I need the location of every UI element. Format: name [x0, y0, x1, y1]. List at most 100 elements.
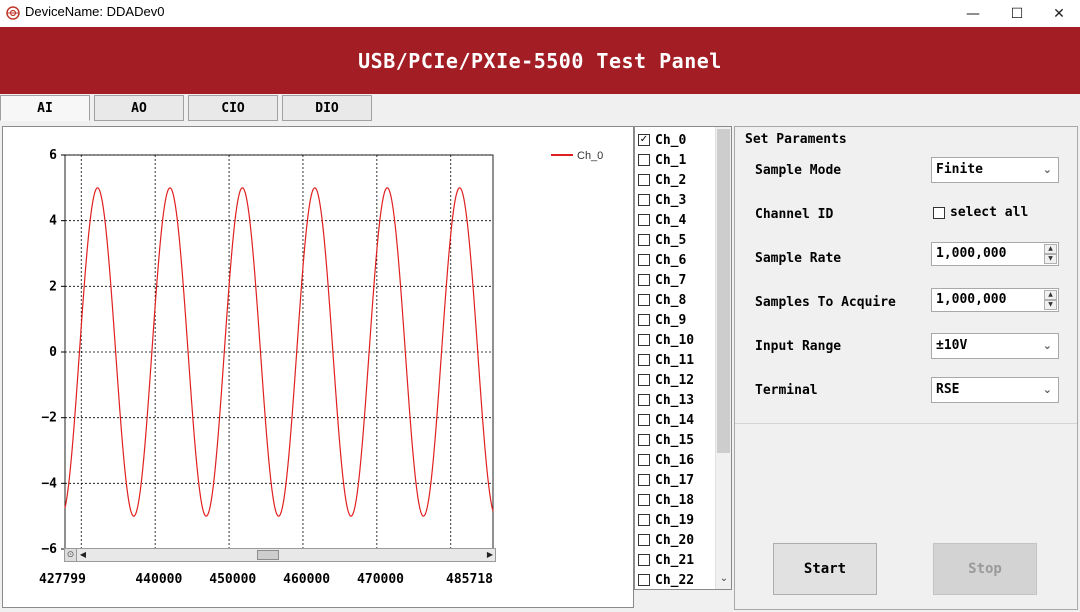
- channel-item-ch-18[interactable]: Ch_18: [638, 490, 694, 510]
- channel-item-ch-2[interactable]: Ch_2: [638, 170, 686, 190]
- channel-label: Ch_9: [655, 312, 687, 328]
- channel-item-ch-21[interactable]: Ch_21: [638, 550, 694, 570]
- channel-item-ch-17[interactable]: Ch_17: [638, 470, 694, 490]
- channel-item-ch-5[interactable]: Ch_5: [638, 230, 686, 250]
- checkbox-icon: [638, 494, 650, 506]
- start-button[interactable]: Start: [773, 543, 877, 595]
- channel-label: Ch_2: [655, 172, 687, 188]
- channel-label: Ch_13: [655, 392, 695, 408]
- channel-label: Ch_0: [655, 132, 687, 148]
- channel-label: Ch_20: [655, 532, 695, 548]
- x-tick-label: 485718: [446, 572, 493, 587]
- spin-down-icon[interactable]: ▼: [1044, 254, 1057, 264]
- channel-item-ch-15[interactable]: Ch_15: [638, 430, 694, 450]
- spin-up-icon[interactable]: ▲: [1044, 290, 1057, 300]
- stop-button[interactable]: Stop: [933, 543, 1037, 595]
- channel-list-scrollbar[interactable]: ⌄: [715, 127, 731, 589]
- channel-item-ch-20[interactable]: Ch_20: [638, 530, 694, 550]
- tab-dio[interactable]: DIO: [282, 95, 372, 121]
- y-tick-label: −6: [41, 542, 57, 557]
- channel-label: Ch_12: [655, 372, 695, 388]
- checkbox-icon: [638, 234, 650, 246]
- channel-label: Ch_21: [655, 552, 695, 568]
- x-tick-label: 460000: [283, 572, 330, 587]
- channel-label: Ch_8: [655, 292, 687, 308]
- scroll-left-icon[interactable]: ◀: [78, 549, 88, 561]
- window-title: DeviceName: DDADev0: [25, 4, 165, 19]
- channel-scrollbar-thumb[interactable]: [717, 129, 730, 453]
- scrollbar-thumb[interactable]: [257, 550, 279, 560]
- terminal-value: RSE: [936, 382, 960, 397]
- sample-mode-label: Sample Mode: [755, 163, 842, 178]
- checkbox-icon: [638, 354, 650, 366]
- tab-bar: AI AO CIO DIO: [0, 94, 1080, 122]
- checkbox-icon: [638, 314, 650, 326]
- scroll-down-icon[interactable]: ⌄: [716, 573, 731, 587]
- channel-item-ch-22[interactable]: Ch_22: [638, 570, 694, 589]
- channel-item-ch-12[interactable]: Ch_12: [638, 370, 694, 390]
- sample-mode-select[interactable]: Finite ⌄: [931, 157, 1059, 183]
- channel-label: Ch_14: [655, 412, 695, 428]
- channel-item-ch-8[interactable]: Ch_8: [638, 290, 686, 310]
- zoom-reset-icon[interactable]: ⊙: [65, 549, 77, 561]
- scroll-right-icon[interactable]: ▶: [485, 549, 495, 561]
- channel-item-ch-19[interactable]: Ch_19: [638, 510, 694, 530]
- channel-label: Ch_4: [655, 212, 687, 228]
- y-tick-label: 4: [49, 214, 57, 229]
- spin-down-icon[interactable]: ▼: [1044, 300, 1057, 310]
- input-range-select[interactable]: ±10V ⌄: [931, 333, 1059, 359]
- checkbox-icon: [638, 214, 650, 226]
- channel-item-ch-13[interactable]: Ch_13: [638, 390, 694, 410]
- input-range-value: ±10V: [936, 338, 968, 353]
- sample-rate-spinbox[interactable]: 1,000,000 ▲ ▼: [931, 242, 1059, 266]
- minimize-button[interactable]: —: [950, 0, 996, 27]
- waveform-chart[interactable]: 6 4 2 0 −2 −4 −6 427799 440000 450000 460000 470000…: [2, 126, 634, 608]
- checkbox-icon: [638, 554, 650, 566]
- chevron-down-icon: ⌄: [1042, 383, 1052, 396]
- channel-item-ch-9[interactable]: Ch_9: [638, 310, 686, 330]
- sample-rate-value: 1,000,000: [936, 246, 1007, 261]
- x-tick-label: 427799: [39, 572, 86, 587]
- chevron-down-icon: ⌄: [1042, 339, 1052, 352]
- tab-ao[interactable]: AO: [94, 95, 184, 121]
- y-tick-label: 6: [49, 148, 57, 163]
- channel-label: Ch_5: [655, 232, 687, 248]
- channel-item-ch-3[interactable]: Ch_3: [638, 190, 686, 210]
- panel-title: USB/PCIe/PXIe-5500 Test Panel: [358, 49, 722, 73]
- channel-item-ch-14[interactable]: Ch_14: [638, 410, 694, 430]
- tab-ai[interactable]: AI: [0, 95, 90, 121]
- checkbox-icon: [638, 154, 650, 166]
- samples-to-acquire-value: 1,000,000: [936, 292, 1007, 307]
- select-all-checkbox[interactable]: select all: [933, 205, 1028, 220]
- checkbox-icon: [638, 194, 650, 206]
- x-tick-label: 470000: [357, 572, 404, 587]
- close-button[interactable]: ✕: [1036, 0, 1080, 27]
- channel-item-ch-4[interactable]: Ch_4: [638, 210, 686, 230]
- channel-label: Ch_10: [655, 332, 695, 348]
- channel-list[interactable]: ✓ Ch_0 Ch_1 Ch_2 Ch_3 Ch_4 Ch_5 Ch_6 Ch_7 Ch_8 Ch_…: [634, 126, 732, 590]
- legend-label: Ch_0: [577, 150, 603, 162]
- channel-item-ch-11[interactable]: Ch_11: [638, 350, 694, 370]
- channel-item-ch-16[interactable]: Ch_16: [638, 450, 694, 470]
- terminal-select[interactable]: RSE ⌄: [931, 377, 1059, 403]
- checkbox-icon: [638, 414, 650, 426]
- samples-to-acquire-spinbox[interactable]: 1,000,000 ▲ ▼: [931, 288, 1059, 312]
- channel-label: Ch_15: [655, 432, 695, 448]
- checkbox-icon: [638, 534, 650, 546]
- channel-item-ch-0[interactable]: ✓ Ch_0: [638, 130, 686, 150]
- channel-item-ch-1[interactable]: Ch_1: [638, 150, 686, 170]
- checkbox-icon: [638, 334, 650, 346]
- channel-item-ch-10[interactable]: Ch_10: [638, 330, 694, 350]
- tab-cio[interactable]: CIO: [188, 95, 278, 121]
- spin-up-icon[interactable]: ▲: [1044, 244, 1057, 254]
- channel-item-ch-6[interactable]: Ch_6: [638, 250, 686, 270]
- settings-group-title: Set Paraments: [745, 132, 847, 147]
- channel-item-ch-7[interactable]: Ch_7: [638, 270, 686, 290]
- checkbox-icon: [638, 434, 650, 446]
- maximize-button[interactable]: ☐: [994, 0, 1040, 27]
- panel-header: USB/PCIe/PXIe-5500 Test Panel: [0, 27, 1080, 94]
- checkbox-icon: [638, 254, 650, 266]
- channel-label: Ch_17: [655, 472, 695, 488]
- checkbox-icon: [638, 374, 650, 386]
- chart-horizontal-scrollbar[interactable]: ⊙ ◀ ▶: [64, 548, 496, 562]
